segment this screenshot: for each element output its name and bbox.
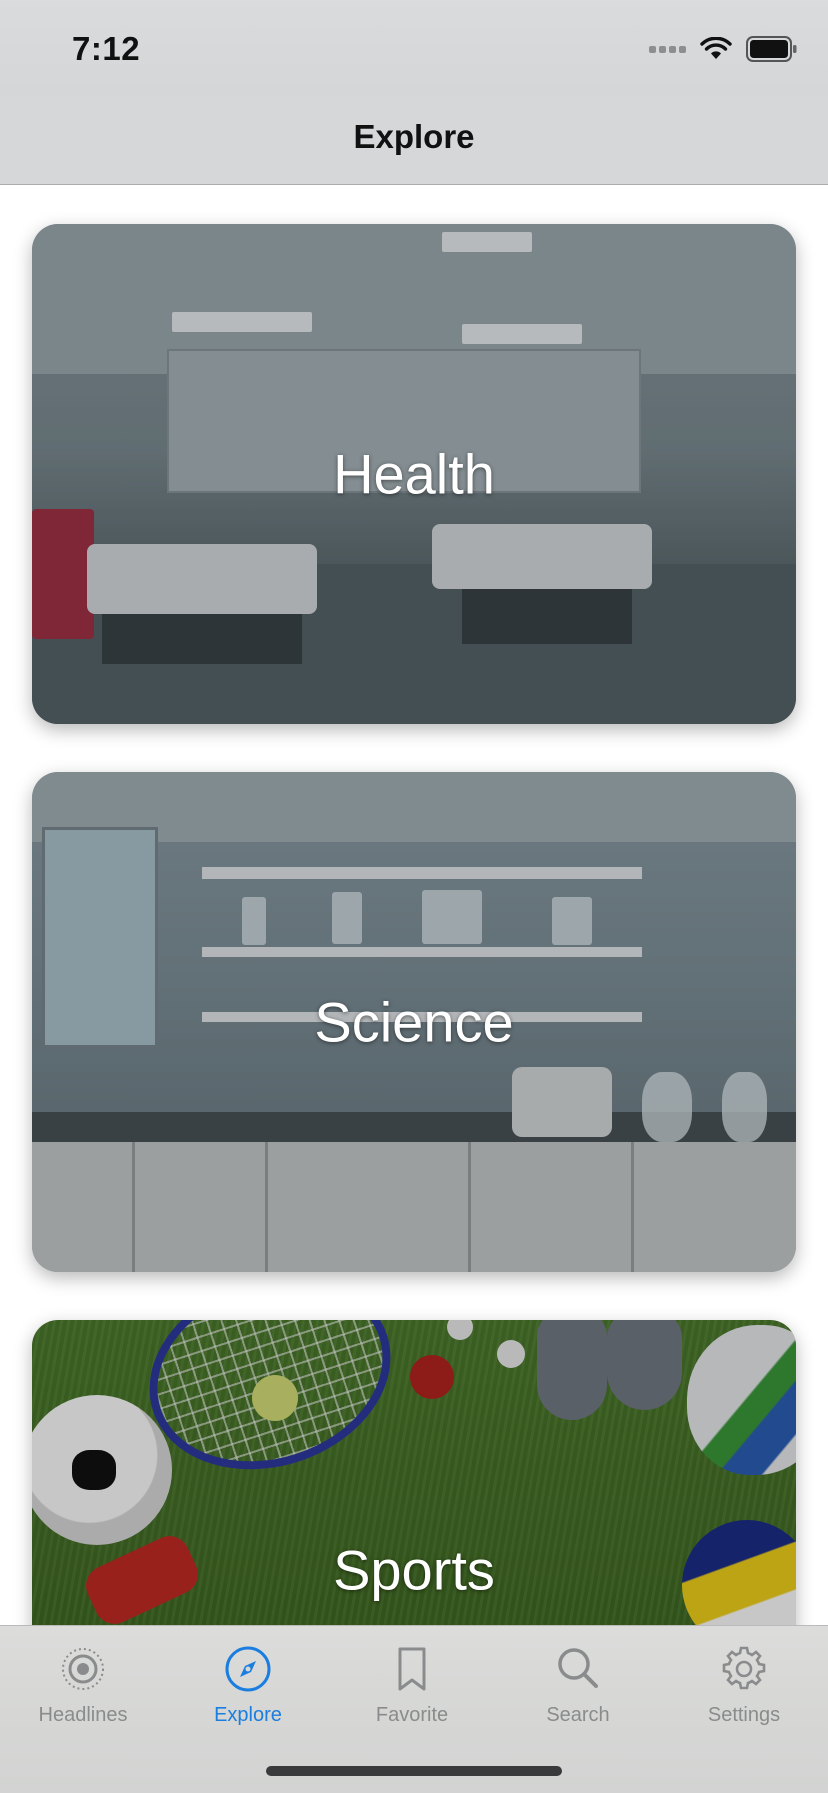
battery-icon <box>746 36 797 62</box>
tab-label-search: Search <box>546 1704 610 1726</box>
page-title: Explore <box>353 118 475 155</box>
card-label-sports: Sports <box>333 1538 495 1602</box>
tab-search[interactable]: Search <box>508 1644 648 1727</box>
search-icon <box>558 1648 598 1688</box>
bookmark-icon <box>398 1647 426 1691</box>
science-image <box>32 772 796 842</box>
tab-label-settings: Settings <box>707 1704 781 1726</box>
home-indicator[interactable] <box>266 1766 562 1776</box>
category-card-science[interactable]: Science <box>32 772 796 1272</box>
tab-settings[interactable]: Settings <box>674 1644 814 1727</box>
signal-icon <box>649 45 686 53</box>
explore-list[interactable]: Health Science Sports <box>0 185 828 1625</box>
status-icons <box>649 36 798 62</box>
tab-label-favorite: Favorite <box>375 1704 449 1726</box>
card-label-science: Science <box>314 990 514 1054</box>
category-card-sports[interactable]: Sports <box>32 1320 796 1625</box>
gear-icon <box>722 1646 766 1690</box>
tab-label-headlines: Headlines <box>38 1704 128 1726</box>
health-image <box>32 224 796 374</box>
headlines-icon <box>62 1648 104 1690</box>
card-label-health: Health <box>333 442 495 506</box>
wifi-icon <box>700 37 732 59</box>
tab-headlines[interactable]: Headlines <box>13 1644 153 1727</box>
compass-icon <box>225 1646 271 1692</box>
tab-explore[interactable]: Explore <box>178 1644 318 1727</box>
status-bar: 7:12 <box>0 0 828 96</box>
navigation-bar: Explore <box>0 96 828 185</box>
tab-favorite[interactable]: Favorite <box>342 1644 482 1727</box>
status-time: 7:12 <box>72 30 141 67</box>
tab-label-explore: Explore <box>214 1704 282 1726</box>
category-card-health[interactable]: Health <box>32 224 796 724</box>
